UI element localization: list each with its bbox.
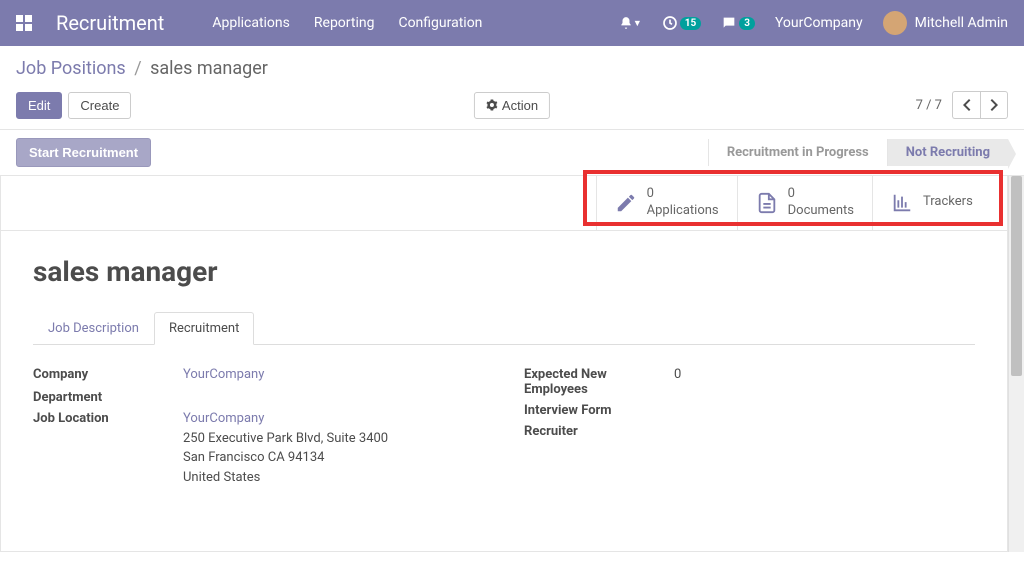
label-recruiter: Recruiter (524, 422, 674, 439)
breadcrumb: Job Positions / sales manager (16, 58, 1008, 79)
company-switcher[interactable]: YourCompany (775, 15, 863, 31)
value-expected-new-employees: 0 (674, 365, 975, 385)
activities-badge: 15 (680, 17, 701, 30)
value-company[interactable]: YourCompany (183, 367, 264, 382)
label-department: Department (33, 388, 183, 405)
stage-in-progress[interactable]: Recruitment in Progress (708, 139, 887, 166)
stat-applications-count: 0 (647, 186, 719, 203)
gear-icon (486, 99, 498, 111)
stat-documents-button[interactable]: 0 Documents (737, 176, 872, 230)
stage-not-recruiting[interactable]: Not Recruiting (887, 139, 1008, 166)
breadcrumb-parent[interactable]: Job Positions (16, 58, 126, 79)
location-company-link[interactable]: YourCompany (183, 411, 264, 426)
scrollbar-thumb[interactable] (1011, 176, 1022, 376)
location-line2: San Francisco CA 94134 (183, 450, 324, 465)
nav-configuration[interactable]: Configuration (398, 15, 482, 31)
label-expected-new-employees: Expected New Employees (524, 365, 674, 397)
status-stages: Recruitment in Progress Not Recruiting (708, 139, 1008, 166)
stat-trackers-button[interactable]: Trackers (872, 176, 1007, 230)
create-button[interactable]: Create (68, 92, 131, 119)
pager: 7 / 7 (916, 91, 1008, 119)
label-job-location: Job Location (33, 409, 183, 426)
scrollbar[interactable] (1008, 176, 1024, 552)
value-job-location: YourCompany 250 Executive Park Blvd, Sui… (183, 409, 484, 487)
tab-job-description[interactable]: Job Description (33, 312, 154, 345)
location-line1: 250 Executive Park Blvd, Suite 3400 (183, 431, 388, 446)
notifications-button[interactable]: ▼ (619, 16, 642, 30)
messages-button[interactable]: 3 (721, 15, 755, 31)
action-button[interactable]: Action (474, 92, 550, 119)
control-panel: Job Positions / sales manager Edit Creat… (0, 46, 1024, 130)
user-menu[interactable]: Mitchell Admin (883, 11, 1008, 35)
apps-icon[interactable] (16, 15, 32, 31)
stat-trackers-label: Trackers (923, 194, 973, 211)
bar-chart-icon (891, 192, 913, 214)
chevron-right-icon (990, 99, 998, 111)
messages-badge: 3 (739, 17, 755, 30)
brand-title: Recruitment (56, 11, 164, 35)
edit-button[interactable]: Edit (16, 92, 62, 119)
label-company: Company (33, 365, 183, 382)
nav-applications[interactable]: Applications (212, 15, 290, 31)
stat-documents-label: Documents (788, 203, 854, 220)
tabs: Job Description Recruitment (33, 312, 975, 345)
stat-buttons: 0 Applications 0 Documents (1, 176, 1007, 231)
top-navbar: Recruitment Applications Reporting Confi… (0, 0, 1024, 46)
form-grid: Company YourCompany Department Job Locat… (33, 365, 975, 492)
avatar (883, 11, 907, 35)
nav-menu: Applications Reporting Configuration (212, 15, 482, 31)
pager-next-button[interactable] (980, 91, 1008, 119)
pager-prev-button[interactable] (952, 91, 980, 119)
breadcrumb-current: sales manager (150, 58, 268, 79)
record-title: sales manager (33, 255, 975, 288)
chevron-left-icon (963, 99, 971, 111)
stat-documents-count: 0 (788, 186, 854, 203)
start-recruitment-button[interactable]: Start Recruitment (16, 138, 151, 167)
form-sheet: 0 Applications 0 Documents (0, 176, 1008, 552)
activities-button[interactable]: 15 (662, 15, 701, 31)
tab-recruitment[interactable]: Recruitment (154, 312, 254, 345)
breadcrumb-separator: / (134, 58, 141, 79)
nav-reporting[interactable]: Reporting (314, 15, 375, 31)
label-interview-form: Interview Form (524, 401, 674, 418)
statusbar: Start Recruitment Recruitment in Progres… (0, 130, 1024, 176)
location-line3: United States (183, 470, 260, 485)
document-icon (756, 192, 778, 214)
action-label: Action (502, 98, 538, 113)
pencil-icon (615, 192, 637, 214)
user-name: Mitchell Admin (915, 15, 1008, 31)
stat-applications-button[interactable]: 0 Applications (596, 176, 737, 230)
pager-count[interactable]: 7 / 7 (916, 98, 942, 113)
stat-applications-label: Applications (647, 203, 719, 220)
